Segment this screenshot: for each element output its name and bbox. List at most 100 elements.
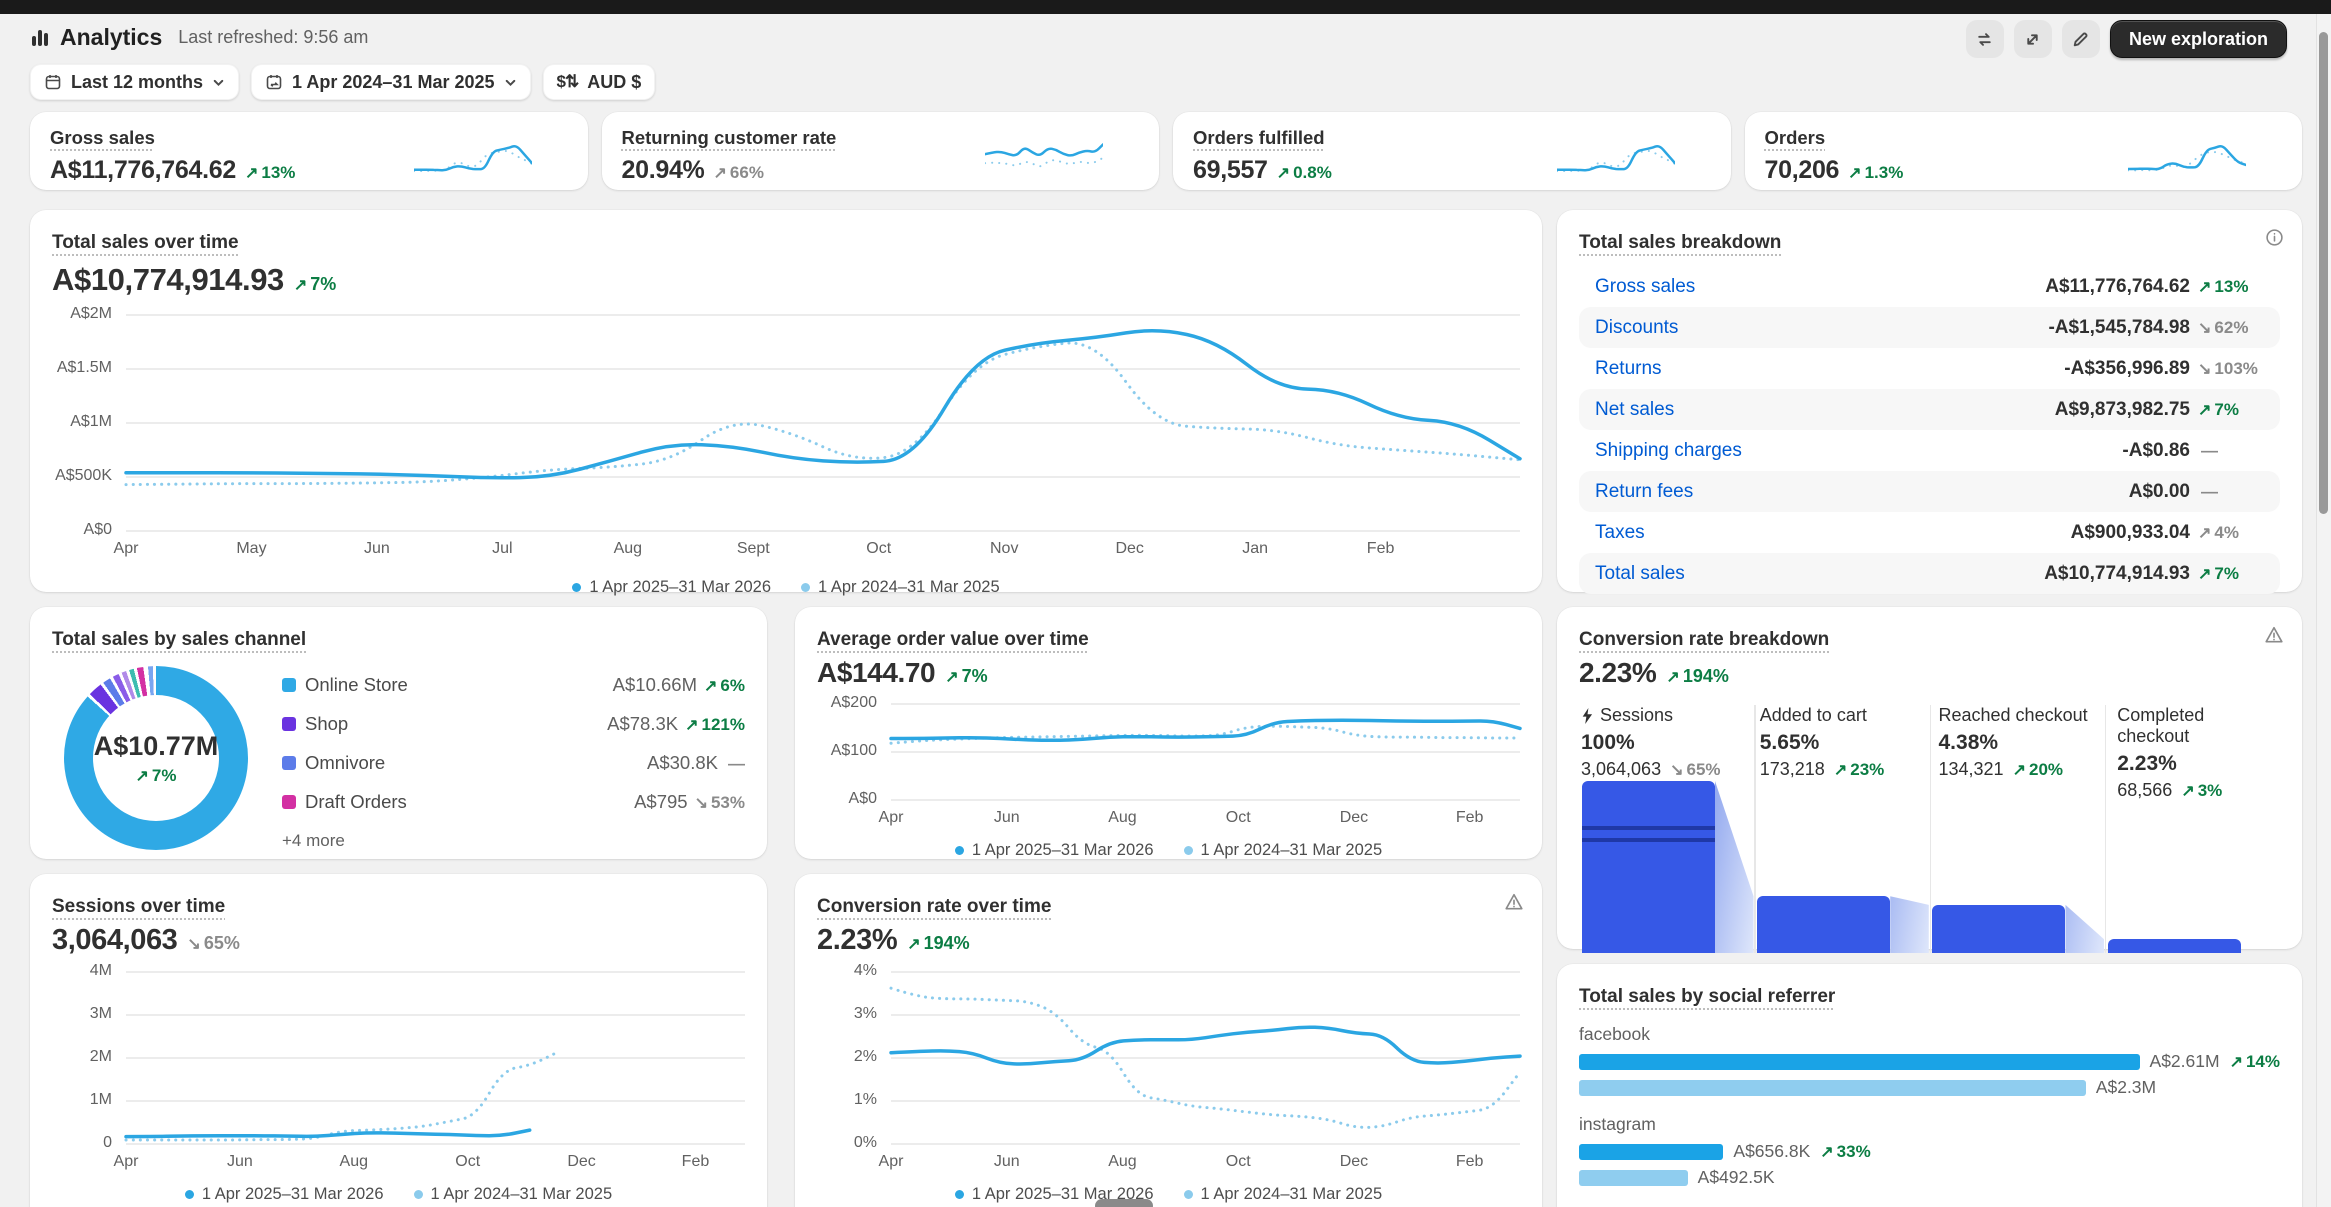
x-tick: Jun: [994, 1153, 1020, 1171]
kpi-title[interactable]: Orders fulfilled: [1193, 127, 1325, 149]
sessions-chart: [126, 971, 745, 1143]
legend-item-previous[interactable]: 1 Apr 2024–31 Mar 2025: [801, 578, 1000, 597]
line-series: [1557, 146, 1675, 170]
table-row: Returns-A$356,996.89↘103%: [1579, 348, 2280, 389]
scrollbar-track[interactable]: [2316, 14, 2331, 1207]
scroll-pill[interactable]: [1095, 1199, 1153, 1207]
y-tick: 1M: [90, 1091, 112, 1109]
line-series: [126, 343, 1520, 485]
conversion-delta: ↗194%: [1666, 666, 1728, 687]
aov-chart: [891, 703, 1520, 799]
y-tick: 3%: [854, 1005, 877, 1023]
kpi-title[interactable]: Gross sales: [50, 127, 155, 149]
card-title[interactable]: Total sales by sales channel: [52, 629, 306, 651]
chart-legend: 1 Apr 2025–31 Mar 2026 1 Apr 2024–31 Mar…: [817, 1185, 1520, 1204]
sessions-delta: ↘65%: [187, 933, 239, 954]
kpi-delta: ↗13%: [245, 163, 295, 183]
donut-center: A$10.77M ↗7%: [64, 666, 248, 850]
kpi-card-gross-sales: Gross sales A$11,776,764.62 ↗13%: [30, 112, 588, 190]
bar-current: [1579, 1054, 2140, 1070]
x-tick: Jan: [1242, 540, 1268, 558]
legend-item-current[interactable]: 1 Apr 2025–31 Mar 2026: [185, 1185, 384, 1204]
x-tick: May: [236, 540, 266, 558]
x-tick: Jun: [994, 809, 1020, 827]
legend-dot: [185, 1190, 194, 1199]
gridline: [126, 1143, 745, 1145]
card-title[interactable]: Conversion rate breakdown: [1579, 629, 1829, 651]
legend-item-shop[interactable]: ShopA$78.3K↗121%: [282, 704, 745, 743]
y-axis: 4M3M2M1M0: [52, 971, 126, 1143]
bar-previous: [1579, 1170, 1688, 1186]
chevron-down-icon: [504, 76, 517, 89]
more-channels-link[interactable]: +4 more: [282, 831, 745, 851]
legend-dot: [572, 583, 581, 592]
line-series: [126, 1053, 557, 1140]
currency-filter[interactable]: $⇅ AUD $: [543, 64, 656, 100]
y-tick: 2M: [90, 1048, 112, 1066]
legend-item-current[interactable]: 1 Apr 2025–31 Mar 2026: [572, 578, 771, 597]
legend-item-draft-orders[interactable]: Draft OrdersA$795↘53%: [282, 782, 745, 821]
legend-item-previous[interactable]: 1 Apr 2024–31 Mar 2025: [1184, 841, 1383, 860]
total-sales-breakdown-card: Total sales breakdown Gross salesA$11,77…: [1557, 210, 2302, 592]
table-row: Shipping charges-A$0.86—: [1579, 430, 2280, 471]
card-title[interactable]: Sessions over time: [52, 896, 225, 918]
new-exploration-button[interactable]: New exploration: [2110, 20, 2287, 58]
card-title[interactable]: Average order value over time: [817, 629, 1089, 651]
x-tick: Dec: [1340, 1153, 1368, 1171]
kpi-title[interactable]: Orders: [1765, 127, 1826, 149]
warning-icon[interactable]: [2264, 625, 2284, 650]
y-tick: A$200: [831, 694, 877, 712]
funnel-bar: [1582, 781, 1715, 953]
funnel-bar: [2108, 939, 2241, 953]
scrollbar-thumb[interactable]: [2319, 32, 2328, 514]
legend-item-current[interactable]: 1 Apr 2025–31 Mar 2026: [955, 841, 1154, 860]
gridline: [891, 799, 1520, 801]
legend-item-omnivore[interactable]: OmnivoreA$30.8K—: [282, 743, 745, 782]
legend-item-online-store[interactable]: Online StoreA$10.66M↗6%: [282, 665, 745, 704]
y-tick: 4M: [90, 962, 112, 980]
kpi-value: 20.94%: [622, 156, 705, 185]
table-row: Net salesA$9,873,982.75↗7%: [1579, 389, 2280, 430]
card-title[interactable]: Total sales over time: [52, 232, 239, 254]
total-sales-value: A$10,774,914.93: [52, 262, 284, 298]
filter-bar: Last 12 months 1 Apr 2024–31 Mar 2025 $⇅…: [30, 64, 655, 100]
aov-delta: ↗7%: [945, 666, 987, 687]
x-tick: Feb: [682, 1153, 710, 1171]
social-row-instagram: instagram A$656.8K↗33% A$492.5K: [1579, 1114, 2280, 1188]
x-axis: AprJunAugOctDecFeb: [891, 807, 1520, 831]
refresh-button[interactable]: [1966, 20, 2004, 58]
kpi-value: 70,206: [1765, 156, 1840, 185]
card-title[interactable]: Total sales breakdown: [1579, 232, 1781, 254]
conversion-time-delta: ↗194%: [907, 933, 969, 954]
legend-item-previous[interactable]: 1 Apr 2024–31 Mar 2025: [414, 1185, 613, 1204]
card-title[interactable]: Total sales by social referrer: [1579, 986, 1835, 1008]
line-series: [891, 720, 1520, 740]
x-tick: Oct: [1226, 809, 1251, 827]
info-icon[interactable]: [2265, 228, 2284, 252]
currency-swap-icon: $⇅: [557, 72, 579, 92]
analytics-dashboard: { "header": { "title": "Analytics", "ref…: [0, 0, 2331, 1207]
date-range-filter[interactable]: 1 Apr 2024–31 Mar 2025: [251, 64, 530, 100]
donut-chart: A$10.77M ↗7%: [64, 666, 248, 850]
conversion-time-value: 2.23%: [817, 924, 897, 957]
x-tick: Aug: [1108, 1153, 1136, 1171]
x-tick: Oct: [1226, 1153, 1251, 1171]
kpi-row: Gross sales A$11,776,764.62 ↗13% Returni…: [30, 112, 2302, 190]
y-axis: A$200A$100A$0: [817, 703, 891, 799]
period-filter[interactable]: Last 12 months: [30, 64, 239, 100]
sparkline: [414, 138, 532, 174]
kpi-title[interactable]: Returning customer rate: [622, 127, 837, 149]
bar-current: [1579, 1144, 1723, 1160]
y-axis: A$2MA$1.5MA$1MA$500KA$0: [52, 314, 126, 530]
legend-item-previous[interactable]: 1 Apr 2024–31 Mar 2025: [1184, 1185, 1383, 1204]
kpi-card-returning-rate: Returning customer rate 20.94% ↗66%: [602, 112, 1160, 190]
expand-button[interactable]: [2014, 20, 2052, 58]
breakdown-table: Gross salesA$11,776,764.62↗13% Discounts…: [1579, 266, 2280, 594]
warning-icon[interactable]: [1504, 892, 1524, 917]
x-tick: Dec: [567, 1153, 595, 1171]
card-title[interactable]: Conversion rate over time: [817, 896, 1051, 918]
sessions-over-time-card: Sessions over time 3,064,063 ↘65% 4M3M2M…: [30, 874, 767, 1207]
legend-dot: [955, 1190, 964, 1199]
edit-button[interactable]: [2062, 20, 2100, 58]
x-axis: AprJunAugOctDecFeb: [891, 1151, 1520, 1175]
